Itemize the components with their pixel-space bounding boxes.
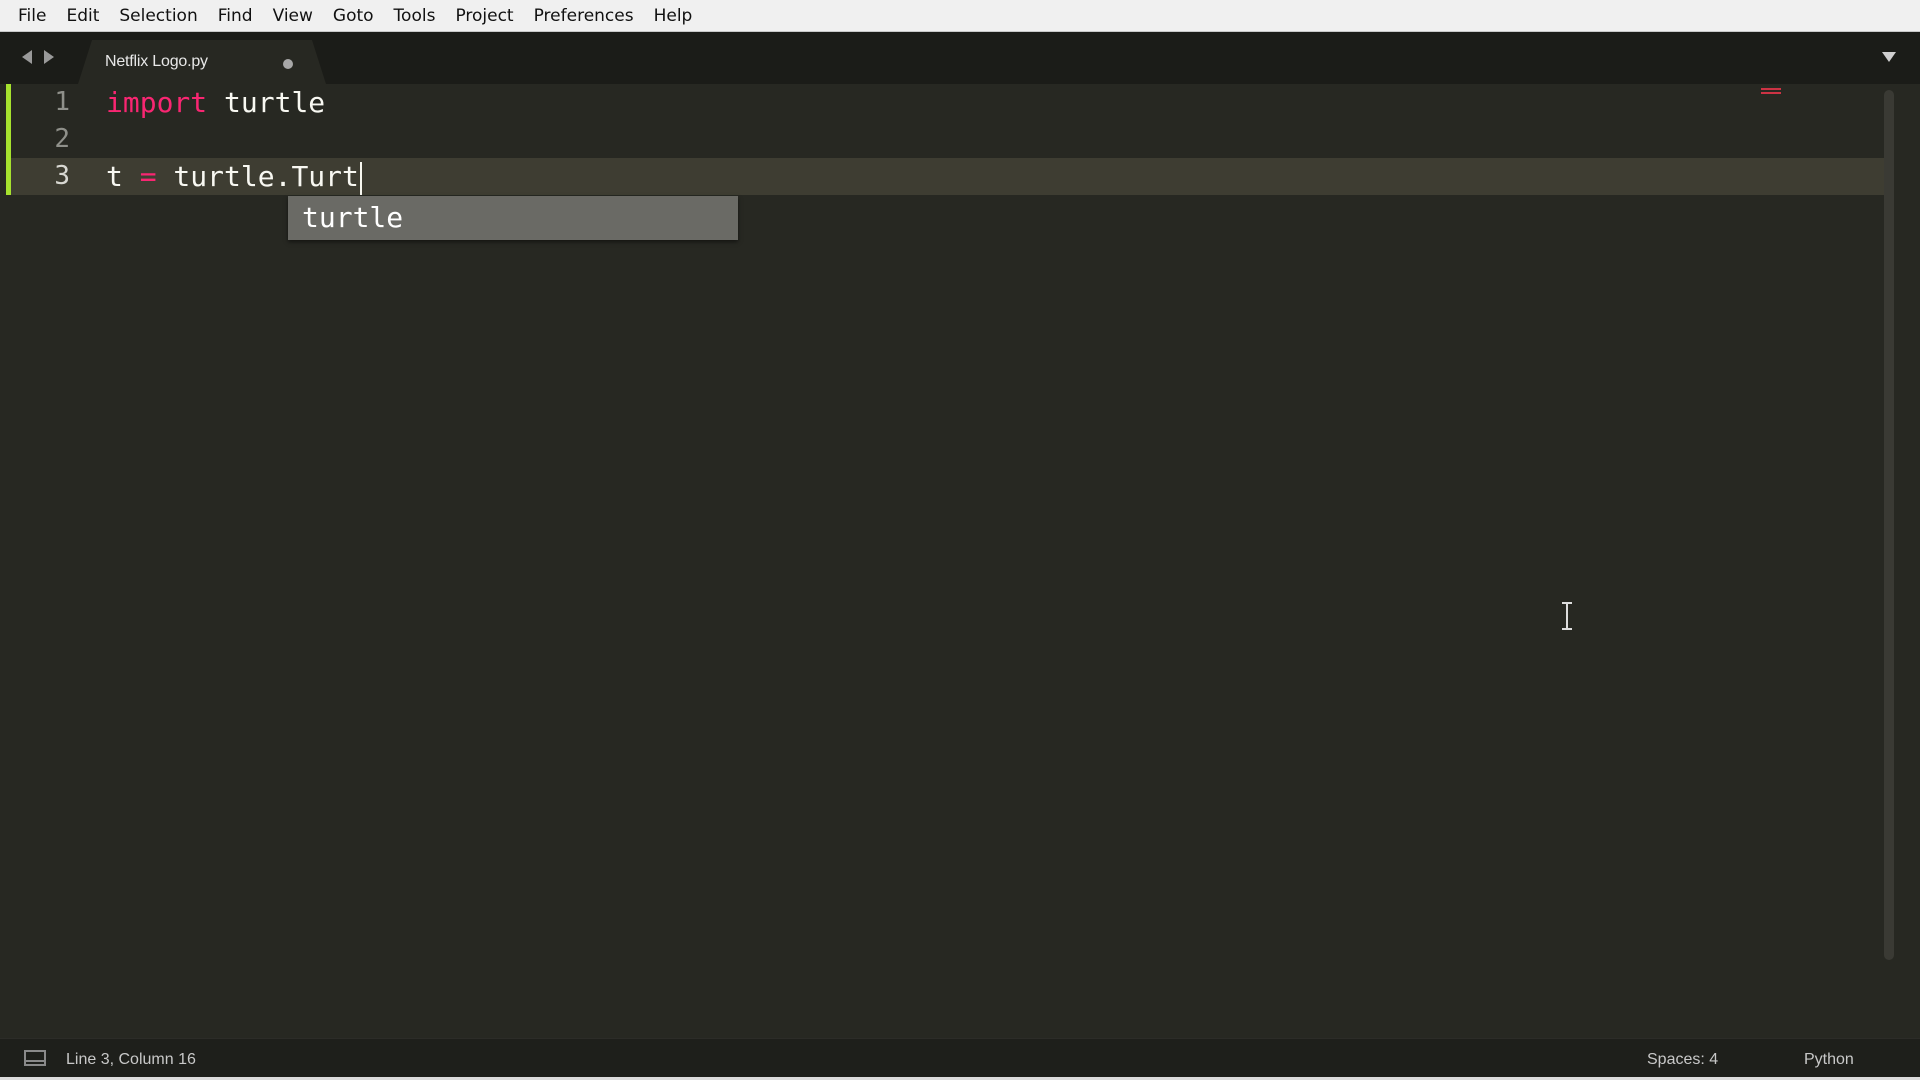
menu-edit[interactable]: Edit (56, 0, 109, 32)
cursor-position: Line 3, Column 16 (66, 1051, 196, 1068)
autocomplete-item[interactable]: turtle (302, 199, 403, 236)
tab-label: Netflix Logo.py (105, 53, 208, 70)
tab-navigation (20, 48, 56, 66)
vertical-scrollbar[interactable] (1884, 90, 1894, 960)
minimap-line (1761, 92, 1781, 94)
code-token: turtle (207, 86, 326, 119)
code-line: import turtle (106, 84, 325, 121)
ibeam-cursor-icon (1562, 602, 1572, 632)
menu-project[interactable]: Project (445, 0, 523, 32)
menu-preferences[interactable]: Preferences (524, 0, 644, 32)
unsaved-dot-icon[interactable] (283, 59, 293, 69)
menu-file[interactable]: File (8, 0, 56, 32)
code-token: turtle.Turt (156, 160, 359, 193)
tab-netflix-logo[interactable]: Netflix Logo.py (78, 40, 326, 84)
autocomplete-popup[interactable]: turtle (288, 196, 738, 240)
arrow-right-icon[interactable] (42, 48, 56, 66)
menu-help[interactable]: Help (644, 0, 703, 32)
menu-bar: File Edit Selection Find View Goto Tools… (0, 0, 1920, 32)
code-line: t = turtle.Turt (106, 158, 362, 195)
line-number: 1 (54, 87, 70, 117)
syntax-selector[interactable]: Python (1804, 1051, 1854, 1069)
panel-toggle-icon[interactable] (24, 1050, 46, 1066)
line-number: 2 (54, 124, 70, 154)
operator-token: = (139, 160, 157, 193)
menu-selection[interactable]: Selection (109, 0, 207, 32)
status-bar: Line 3, Column 16 Spaces: 4 Python (0, 1038, 1920, 1080)
keyword-token: import (106, 86, 208, 119)
menu-tools[interactable]: Tools (384, 0, 446, 32)
arrow-left-icon[interactable] (20, 48, 34, 66)
menu-view[interactable]: View (263, 0, 323, 32)
text-cursor (359, 161, 362, 195)
code-editor[interactable]: 1 2 3 import turtle t = turtle.Turt turt… (6, 84, 1900, 1038)
minimap-line (1761, 88, 1781, 90)
menu-goto[interactable]: Goto (323, 0, 384, 32)
tab-bar: Netflix Logo.py (0, 32, 1920, 84)
code-token: t (106, 160, 140, 193)
menu-find[interactable]: Find (208, 0, 263, 32)
indentation-setting[interactable]: Spaces: 4 (1647, 1051, 1718, 1069)
minimap[interactable] (1761, 88, 1781, 96)
line-number: 3 (54, 161, 70, 191)
chevron-down-icon[interactable] (1882, 52, 1896, 62)
